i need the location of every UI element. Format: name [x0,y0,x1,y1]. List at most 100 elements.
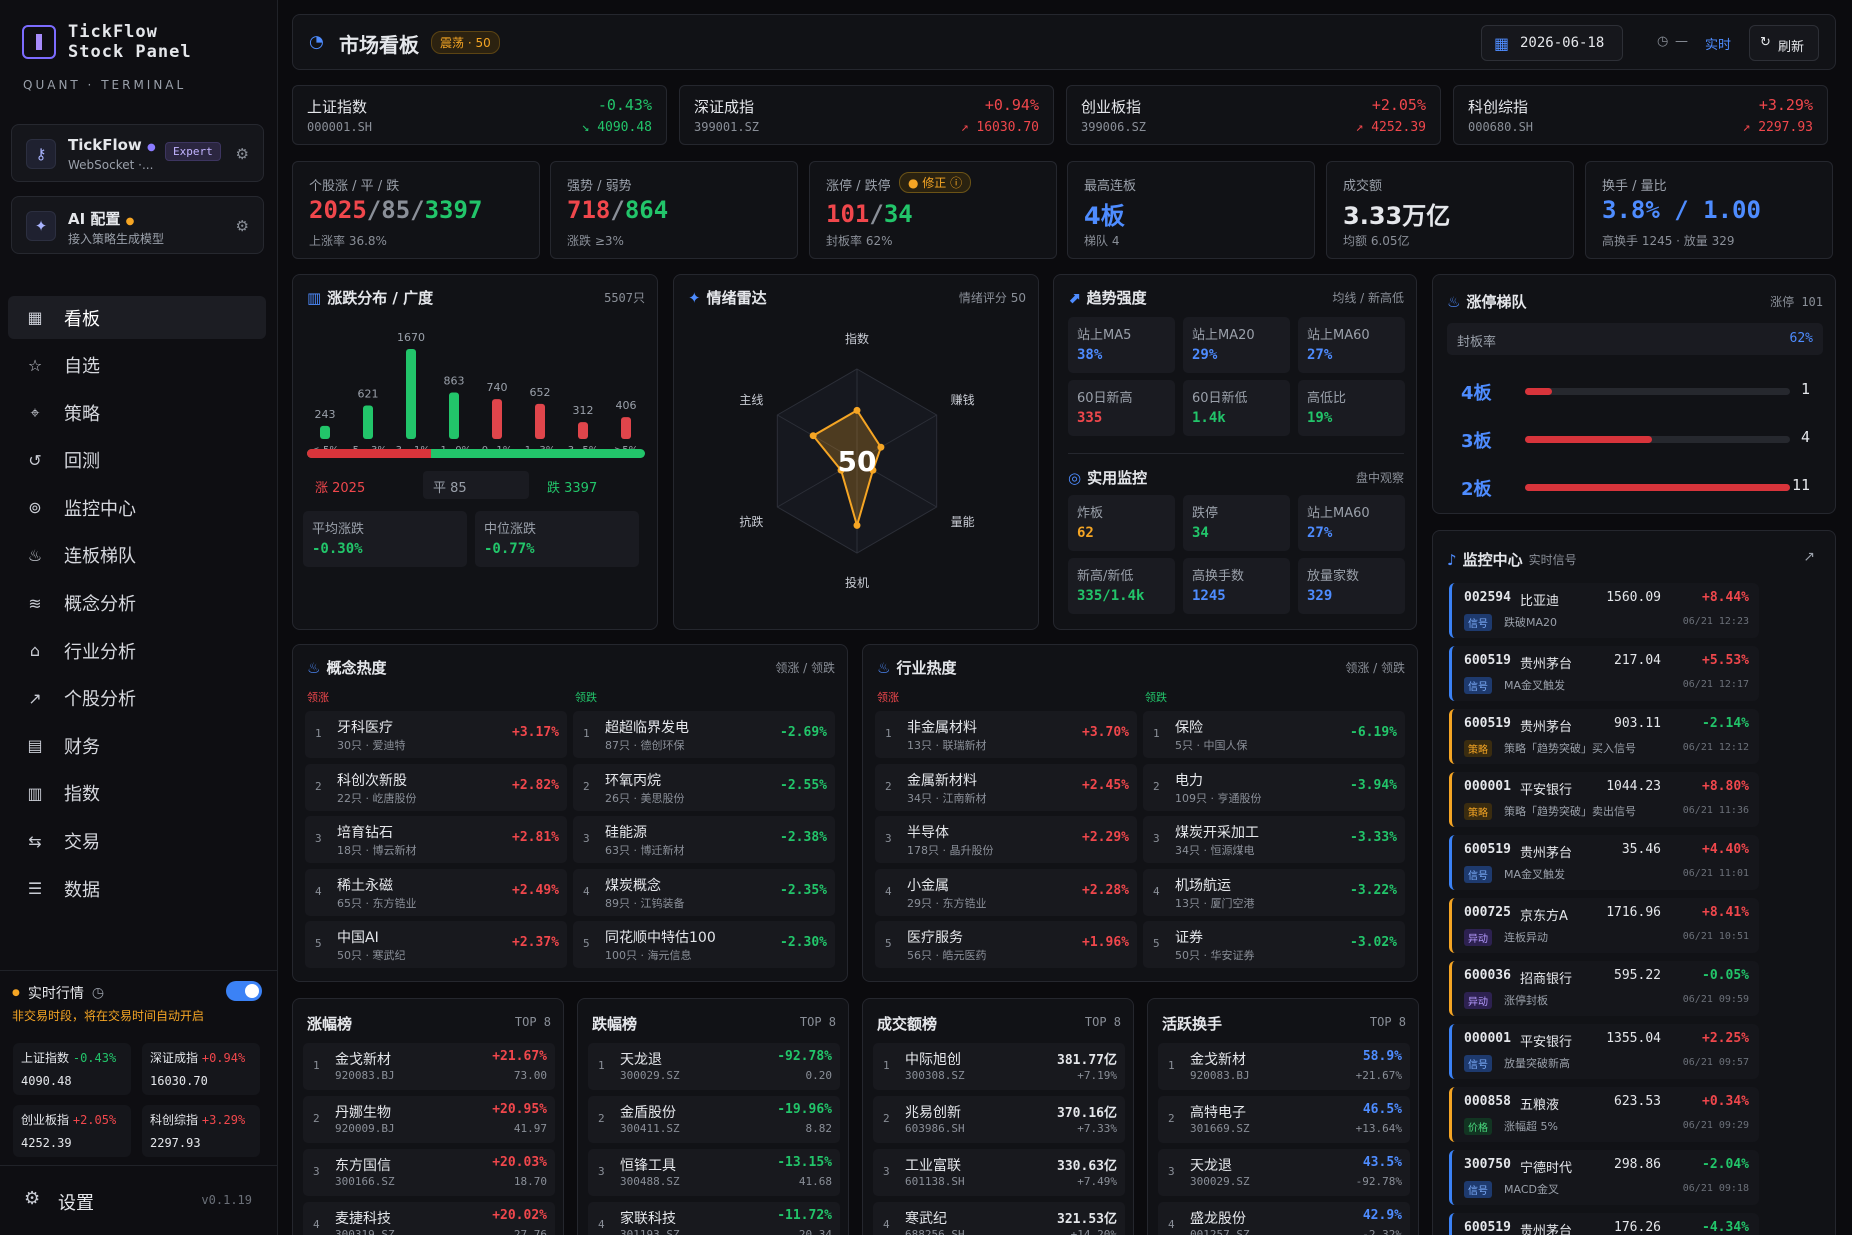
account-card[interactable]: ⚷ TickFlow ● WebSocket ·... Expert ⚙ [11,124,264,182]
signal-item[interactable]: 002594 比亚迪 1560.09 +8.44% 信号 跌破MA20 06/21 12:2… [1449,583,1759,638]
heat-row[interactable]: 5 同花顺中特估100 100只 · 海元信息 -2.30% [573,921,835,968]
board-row[interactable]: 2 金盾股份 300411.SZ -19.96% 8.82 [588,1096,840,1143]
breadth-up-label: 涨 2025 [315,481,366,496]
nav-label: 监控中心 [64,498,136,520]
sidebar: TickFlow Stock Panel QUANT · TERMINAL ⚷ … [0,0,278,1235]
metric-cell: 新高/新低 335/1.4k [1068,558,1175,614]
heat-row[interactable]: 2 金属新材料 34只 · 江南新材 +2.45% [875,763,1137,811]
board-row[interactable]: 3 东方国信 300166.SZ +20.03% 18.70 [303,1149,555,1196]
nav-item-2[interactable]: ⌖ 策略 [8,391,266,434]
signal-item[interactable]: 600036 招商银行 595.22 -0.05% 异动 涨停封板 06/21 09:59 [1449,961,1759,1016]
nav-item-11[interactable]: ⇆ 交易 [8,820,266,863]
heat-row[interactable]: 4 稀土永磁 65只 · 东方锆业 +2.49% [305,868,567,916]
signal-item[interactable]: 000725 京东方A 1716.96 +8.41% 异动 连板异动 06/21 10:51 [1449,898,1759,953]
breadth-down-label: 跌 3397 [547,481,598,496]
board-row[interactable]: 2 丹娜生物 920009.BJ +20.95% 41.97 [303,1096,555,1143]
version-label: v0.1.19 [201,1193,252,1207]
ladder-row[interactable]: 2板 11 [1453,467,1818,507]
board-row[interactable]: 4 麦捷科技 300319.SZ +20.02% 27.76 [303,1202,555,1235]
bar-chart-icon: ▥ [307,288,322,307]
settings-row[interactable]: ⚙ 设置 v0.1.19 [0,1165,278,1235]
nav-item-12[interactable]: ☰ 数据 [8,867,266,910]
nav-label: 财务 [64,736,100,758]
heat-row[interactable]: 2 电力 109只 · 亨通股份 -3.94% [1143,763,1405,811]
gear-icon[interactable]: ⚙ [236,145,249,163]
live-button[interactable]: 实时 [1705,34,1731,53]
signal-item[interactable]: 000858 五粮液 623.53 +0.34% 价格 涨幅超 5% 06/21 09:29 [1449,1087,1759,1142]
heat-row[interactable]: 5 证券 50只 · 华安证券 -3.02% [1143,921,1405,968]
board-row[interactable]: 3 天龙退 300029.SZ 43.5% -92.78% [1158,1149,1410,1196]
refresh-label: 刷新 [1778,40,1805,55]
signal-item[interactable]: 000001 平安银行 1355.04 +2.25% 信号 放量突破新高 06/21 09:… [1449,1024,1759,1079]
heat-row[interactable]: 1 超超临界发电 87只 · 德创环保 -2.69% [573,711,835,758]
metric-cell: 站上MA60 27% [1298,317,1405,373]
board-row[interactable]: 1 金戈新材 920083.BJ +21.67% 73.00 [303,1043,555,1090]
index-card[interactable]: 深证成指 399001.SZ +0.94% ↗ 16030.70 [679,85,1054,145]
bar-value-label: 406 [616,399,637,412]
brand-subtitle: QUANT · TERMINAL [23,78,187,92]
nav-item-8[interactable]: ↗ 个股分析 [8,677,266,720]
realtime-toggle[interactable] [226,981,262,1001]
board-row[interactable]: 4 寒武纪 688256.SH 321.53亿 +14.20% [873,1202,1125,1235]
realtime-index-card: 科创综指 +3.29% 2297.93 [142,1105,260,1157]
signal-item[interactable]: 600519贵州茅台176.26-4.34%信号 [1449,1213,1759,1235]
nav-item-0[interactable]: ▦ 看板 [8,296,266,339]
heat-row[interactable]: 4 小金属 29只 · 东方锆业 +2.28% [875,868,1137,916]
board-row[interactable]: 2 兆易创新 603986.SH 370.16亿 +7.33% [873,1096,1125,1143]
heat-row[interactable]: 1 牙科医疗 30只 · 爱迪特 +3.17% [305,711,567,758]
monitor-title: ◎ 实用监控 [1068,468,1148,488]
heat-row[interactable]: 2 科创次新股 22只 · 屹唐股份 +2.82% [305,763,567,811]
board-row[interactable]: 2 高特电子 301669.SZ 46.5% +13.64% [1158,1096,1410,1143]
database-icon: ☰ [27,879,43,899]
date-picker[interactable]: ▦ 2026-06-18 [1481,25,1623,61]
board-row[interactable]: 4 盛龙股份 001257.SZ 42.9% -2.32% [1158,1202,1410,1235]
ladder-row[interactable]: 3板 4 [1453,419,1818,459]
heat-row[interactable]: 5 中国AI 50只 · 寒武纪 +2.37% [305,921,567,968]
nav-item-7[interactable]: ⌂ 行业分析 [8,629,266,672]
heat-row[interactable]: 3 培育钻石 18只 · 博云新材 +2.81% [305,816,567,863]
board-row[interactable]: 1 天龙退 300029.SZ -92.78% 0.20 [588,1043,840,1090]
ladder-row[interactable]: 4板 1 [1453,371,1818,411]
heat-row[interactable]: 4 煤炭概念 89只 · 江钨装备 -2.35% [573,868,835,916]
heat-row[interactable]: 3 煤炭开采加工 34只 · 恒源煤电 -3.33% [1143,816,1405,863]
signal-item[interactable]: 600519 贵州茅台 35.46 +4.40% 信号 MA金叉触发 06/21 11:01 [1449,835,1759,890]
ai-config-card[interactable]: ✦ AI 配置 ● 接入策略生成模型 ⚙ [11,196,264,254]
open-external-icon[interactable]: ↗ [1803,549,1815,565]
nav-item-6[interactable]: ≋ 概念分析 [8,582,266,625]
nav-item-4[interactable]: ⊚ 监控中心 [8,486,266,529]
heat-row[interactable]: 3 半导体 178只 · 晶升股份 +2.29% [875,816,1137,863]
board-row[interactable]: 3 工业富联 601138.SH 330.63亿 +7.49% [873,1149,1125,1196]
sparkle-icon: ✦ [688,288,701,307]
signal-item[interactable]: 000001 平安银行 1044.23 +8.80% 策略 策略「趋势突破」卖出信号 06/… [1449,772,1759,827]
correction-badge[interactable]: ● 修正 ⓘ [899,172,972,193]
nav-item-10[interactable]: ▥ 指数 [8,772,266,815]
index-card[interactable]: 科创综指 000680.SH +3.29% ↗ 2297.93 [1453,85,1828,145]
nav-item-9[interactable]: ▤ 财务 [8,724,266,767]
metric-cell: 站上MA5 38% [1068,317,1175,373]
heat-row[interactable]: 1 保险 5只 · 中国人保 -6.19% [1143,711,1405,758]
board-row[interactable]: 1 中际旭创 300308.SZ 381.77亿 +7.19% [873,1043,1125,1090]
stat-turnover-ratio: 换手 / 量比 3.8% / 1.00 高换手 1245 · 放量 329 [1585,161,1833,259]
refresh-button[interactable]: ↻ 刷新 [1749,25,1819,61]
gear-icon[interactable]: ⚙ [236,217,249,235]
heat-row[interactable]: 4 机场航运 13只 · 厦门空港 -3.22% [1143,868,1405,916]
radar-score: 情绪评分 50 [958,291,1026,305]
board-row[interactable]: 1 金戈新材 920083.BJ 58.9% +21.67% [1158,1043,1410,1090]
signal-item[interactable]: 600519 贵州茅台 903.11 -2.14% 策略 策略「趋势突破」买入信号 06/2… [1449,709,1759,764]
board-row[interactable]: 4 家联科技 301193.SZ -11.72% 20.34 [588,1202,840,1235]
flame-icon: ♨ [877,658,891,677]
index-card[interactable]: 创业板指 399006.SZ +2.05% ↗ 4252.39 [1066,85,1441,145]
board-row[interactable]: 3 恒锋工具 300488.SZ -13.15% 41.68 [588,1149,840,1196]
signal-item[interactable]: 600519 贵州茅台 217.04 +5.53% 信号 MA金叉触发 06/21 12:1… [1449,646,1759,701]
nav-item-5[interactable]: ♨ 连板梯队 [8,534,266,577]
metric-cell: 高换手数 1245 [1183,558,1290,614]
nav-item-3[interactable]: ↺ 回测 [8,439,266,482]
board-top-label: TOP 8 [1369,1015,1406,1029]
heat-row[interactable]: 2 环氧丙烷 26只 · 美思股份 -2.55% [573,763,835,811]
signal-item[interactable]: 300750 宁德时代 298.86 -2.04% 信号 MACD金叉 06/21 09:1… [1449,1150,1759,1205]
heat-row[interactable]: 1 非金属材料 13只 · 联瑞新材 +3.70% [875,711,1137,758]
nav-item-1[interactable]: ☆ 自选 [8,344,266,387]
index-card[interactable]: 上证指数 000001.SH -0.43% ↘ 4090.48 [292,85,667,145]
heat-row[interactable]: 3 硅能源 63只 · 博迁新材 -2.38% [573,816,835,863]
heat-row[interactable]: 5 医疗服务 56只 · 皓元医药 +1.96% [875,921,1137,968]
